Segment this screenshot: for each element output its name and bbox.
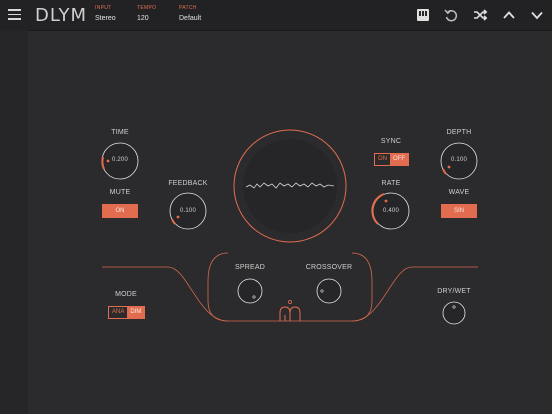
patch-value: Default [179,15,202,22]
menu-icon[interactable] [8,9,21,20]
patch-label: PATCH [179,5,197,11]
patch-selector[interactable]: PATCH Default [179,5,201,22]
input-label: INPUT [95,5,112,11]
shuffle-icon[interactable] [472,7,488,23]
keyboard-icon[interactable] [415,7,431,23]
drywet-knob[interactable] [28,31,552,414]
app-logo: DLYM [35,5,88,26]
undo-icon[interactable] [443,7,459,23]
sidebar [0,30,29,414]
input-selector[interactable]: INPUT Stereo [95,5,116,22]
header-bar: DLYM INPUT Stereo TEMPO 120 PATCH Defaul… [0,0,552,31]
input-value: Stereo [95,15,116,22]
tempo-selector[interactable]: TEMPO 120 [137,5,156,22]
plugin-panel: TIME 0.200 MUTE ON FEEDBACK 0.100 SYNC O… [28,31,552,414]
chevron-up-icon[interactable] [501,7,517,23]
tempo-label: TEMPO [137,5,157,11]
tempo-value: 120 [137,15,149,22]
chevron-down-icon[interactable] [529,7,545,23]
